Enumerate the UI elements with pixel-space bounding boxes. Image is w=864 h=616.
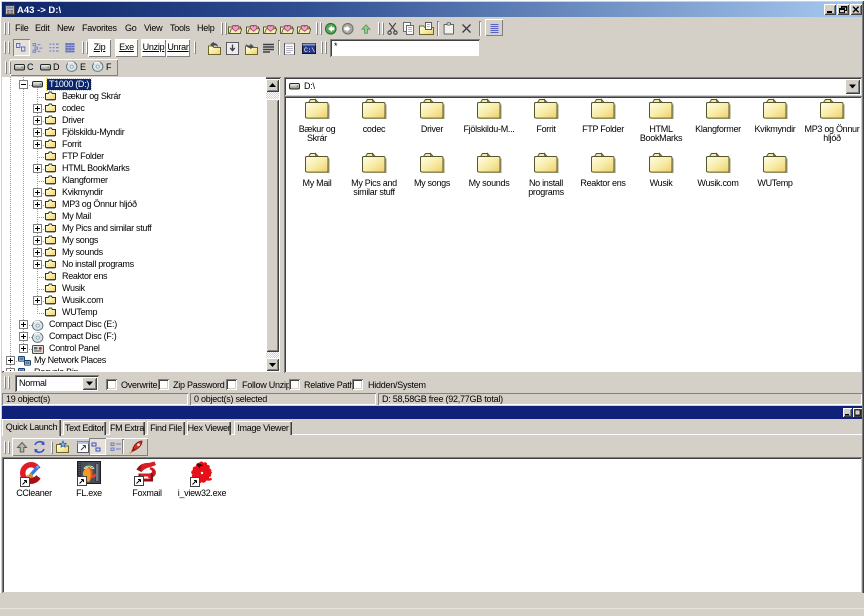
svg-text:C:\: C:\	[304, 47, 315, 54]
